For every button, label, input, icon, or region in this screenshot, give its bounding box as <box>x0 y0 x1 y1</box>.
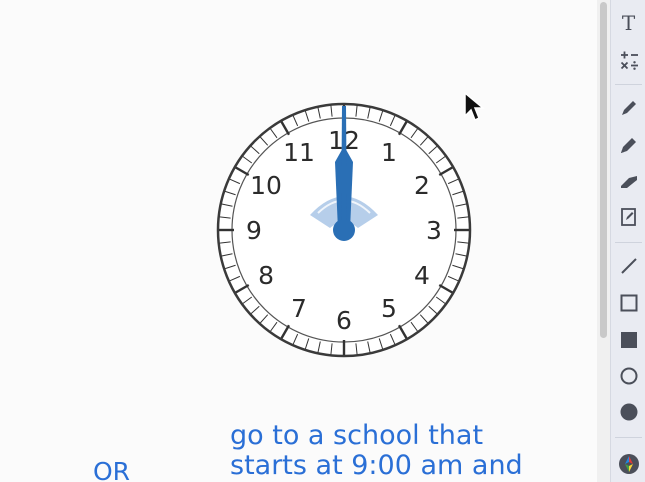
text-tool-icon: T <box>621 11 636 35</box>
analog-clock[interactable]: 121234567891011 <box>210 96 478 364</box>
circle-outline-icon <box>620 367 637 385</box>
sticky-note-tool-button[interactable] <box>611 202 645 232</box>
toolbar-divider <box>615 242 642 243</box>
math-operators-icon <box>620 51 638 70</box>
note-text-line-2[interactable]: starts at 9:00 am and <box>230 451 523 481</box>
text-tool-button[interactable]: T <box>611 8 645 38</box>
scrollbar-thumb[interactable] <box>600 2 607 338</box>
mouse-cursor-icon <box>464 92 485 122</box>
sticky-note-icon <box>620 208 636 226</box>
pen-tool-button[interactable] <box>611 93 645 123</box>
clock-number: 11 <box>283 138 315 167</box>
toolbar-divider <box>615 437 642 438</box>
line-icon <box>620 258 637 274</box>
color-picker-tool-button[interactable] <box>611 449 645 479</box>
rectangle-outline-icon <box>620 294 637 312</box>
rectangle-filled-icon <box>620 332 637 348</box>
color-palette-icon <box>618 454 639 474</box>
rectangle-filled-tool-button[interactable] <box>611 325 645 355</box>
highlighter-icon <box>620 176 637 188</box>
pen-icon <box>621 101 636 115</box>
line-tool-button[interactable] <box>611 251 645 281</box>
drawing-toolbar: T <box>610 0 645 482</box>
clock-number: 7 <box>291 294 307 323</box>
rectangle-outline-tool-button[interactable] <box>611 288 645 318</box>
whiteboard-canvas[interactable]: 121234567891011 go to a school that star… <box>0 0 597 482</box>
highlighter-tool-button[interactable] <box>611 166 645 196</box>
clock-number: 2 <box>414 171 430 200</box>
clock-number: 8 <box>258 261 274 290</box>
vertical-scrollbar[interactable] <box>597 0 610 482</box>
clock-center-pin <box>333 219 355 241</box>
clock-number: 10 <box>250 171 282 200</box>
circle-filled-tool-button[interactable] <box>611 397 645 427</box>
clock-number: 3 <box>426 216 442 245</box>
toolbar-divider <box>615 84 642 85</box>
math-tool-button[interactable] <box>611 45 645 75</box>
clock-number: 9 <box>246 216 262 245</box>
clock-number: 1 <box>381 138 397 167</box>
circle-filled-icon <box>620 403 637 421</box>
clock-number: 5 <box>381 294 397 323</box>
clock-number: 4 <box>414 261 430 290</box>
circle-outline-tool-button[interactable] <box>611 361 645 391</box>
marker-icon <box>620 138 636 153</box>
clock-number: 6 <box>336 306 352 335</box>
marker-tool-button[interactable] <box>611 130 645 160</box>
clock-minute-hand[interactable] <box>341 106 347 230</box>
note-text-line-1[interactable]: go to a school that <box>230 421 483 451</box>
note-text-or[interactable]: OR <box>93 457 130 482</box>
